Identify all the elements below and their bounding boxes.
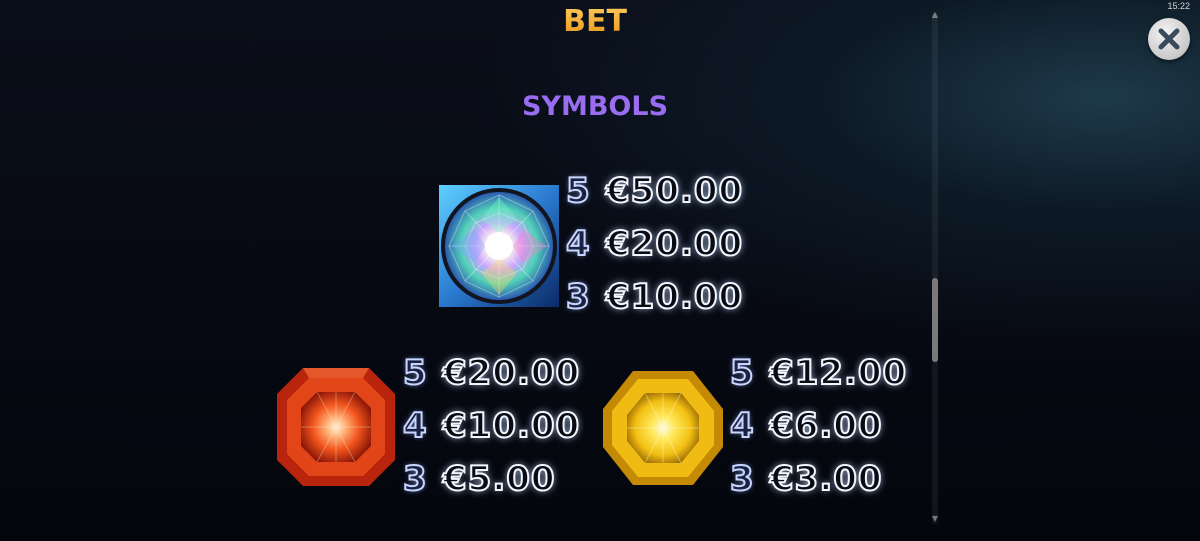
payout-row: 5 €12.00 [729,348,908,398]
payout-row: 3 €5.00 [402,454,556,504]
payout-value: €50.00 [605,170,744,212]
payout-row: 3 €10.00 [565,272,744,322]
close-icon [1158,28,1180,50]
symbol-count: 5 [402,352,428,394]
rainbow-diamond-icon [439,185,559,307]
payout-row: 5 €20.00 [402,348,581,398]
symbols-heading: SYMBOLS [521,91,669,122]
payout-value: €5.00 [442,458,556,500]
payout-value: €20.00 [605,223,744,265]
bet-section-heading: BET [540,2,650,42]
scroll-down-icon[interactable]: ▼ [930,514,940,523]
payout-value: €10.00 [442,405,581,447]
payout-value: €3.00 [769,458,883,500]
status-clock: 15:22 [1167,1,1190,11]
payout-value: €12.00 [769,352,908,394]
symbol-count: 3 [565,276,591,318]
payout-value: €6.00 [769,405,883,447]
payout-row: 4 €10.00 [402,401,581,451]
payout-value: €20.00 [442,352,581,394]
payout-row: 4 €20.00 [565,219,744,269]
red-gem-icon [277,368,395,486]
payout-row: 5 €50.00 [565,166,744,216]
payout-row: 3 €3.00 [729,454,883,504]
close-button[interactable] [1148,18,1190,60]
symbol-count: 5 [565,170,591,212]
payout-value: €10.00 [605,276,744,318]
symbol-count: 4 [565,223,591,265]
scrollbar-thumb[interactable] [932,278,938,362]
scrollbar[interactable] [932,12,938,524]
symbol-count: 3 [729,458,755,500]
yellow-gem-icon [603,371,723,485]
symbol-count: 4 [402,405,428,447]
symbol-count: 5 [729,352,755,394]
payout-row: 4 €6.00 [729,401,883,451]
symbol-count: 3 [402,458,428,500]
symbol-count: 4 [729,405,755,447]
